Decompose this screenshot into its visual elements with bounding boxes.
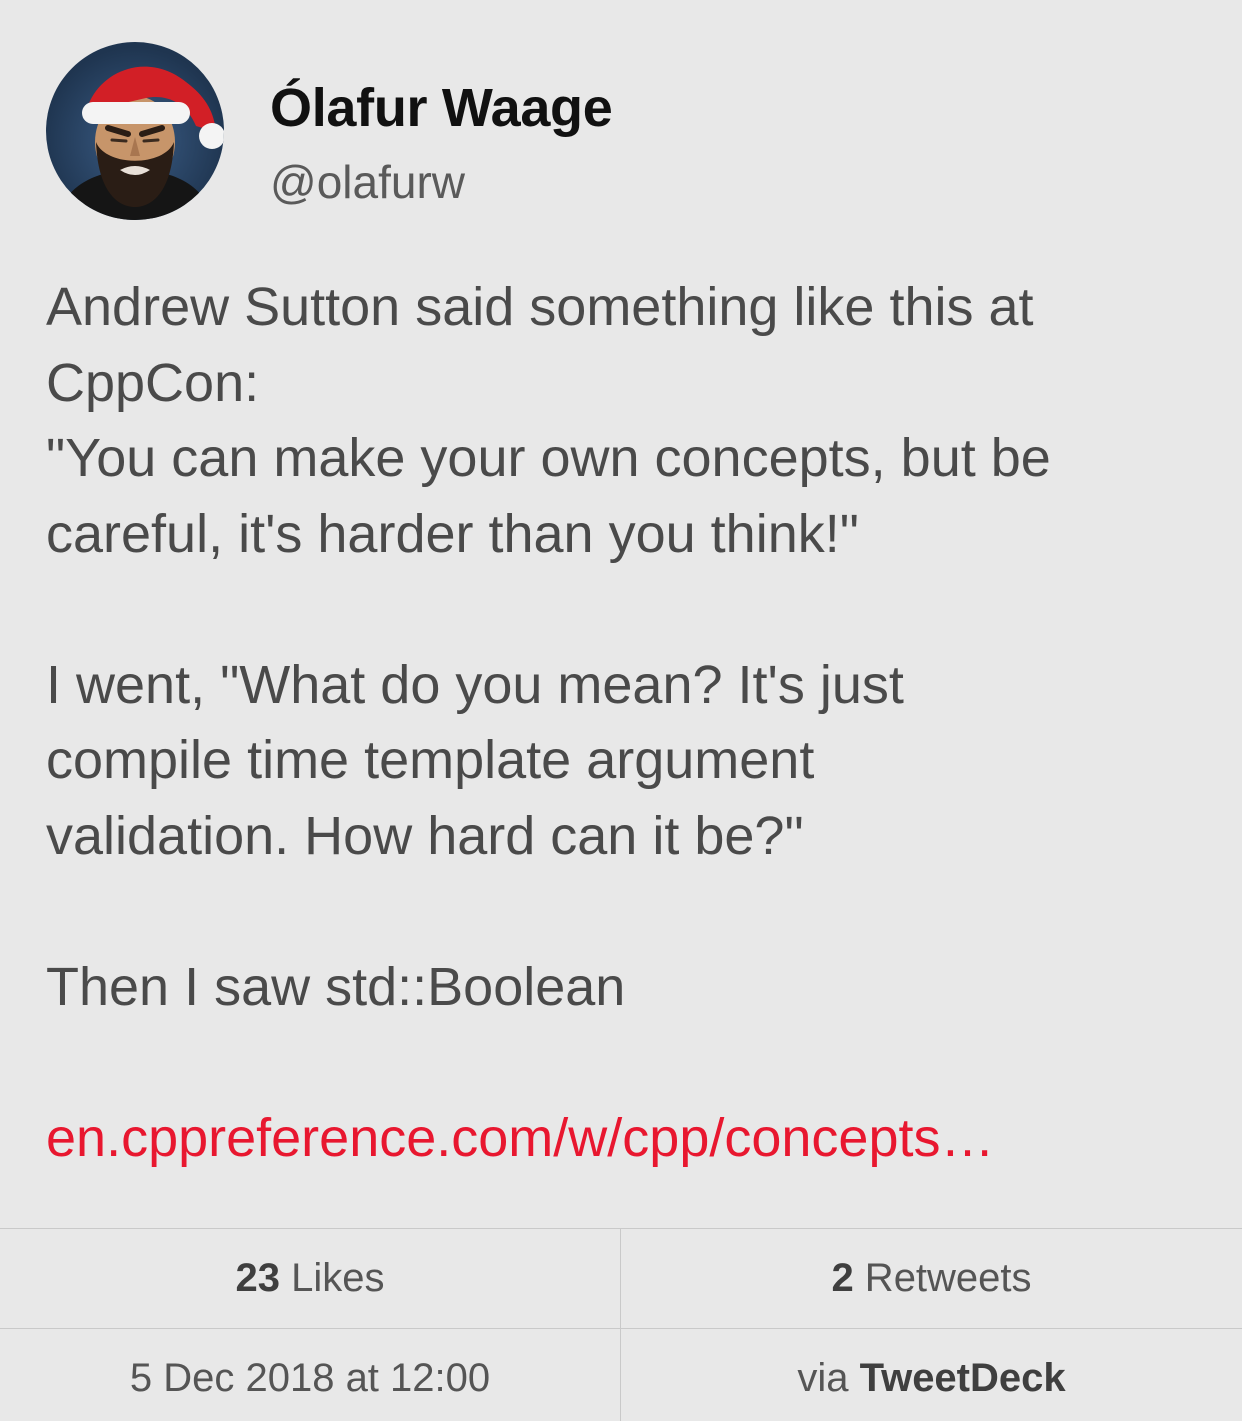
via-prefix: via <box>797 1356 860 1400</box>
divider <box>0 1328 1242 1329</box>
retweets-label: Retweets <box>853 1256 1032 1300</box>
tweet-line: Andrew Sutton said something like this a… <box>46 277 1034 337</box>
avatar[interactable] <box>46 42 224 220</box>
likes-button[interactable]: 23 Likes <box>0 1256 620 1300</box>
tweet-line: validation. How hard can it be?" <box>46 805 804 866</box>
via-client[interactable]: TweetDeck <box>860 1356 1066 1400</box>
retweets-count: 2 <box>831 1256 854 1300</box>
tweet-link[interactable]: en.cppreference.com/w/cpp/concepts… <box>46 1108 994 1168</box>
tweet-text: Andrew Sutton said something like this a… <box>46 270 1206 1176</box>
tweet-line: I went, "What do you mean? It's just <box>46 654 904 715</box>
likes-label: Likes <box>280 1256 385 1300</box>
tweet-source: via TweetDeck <box>621 1356 1242 1400</box>
handle[interactable]: @olafurw <box>270 152 612 212</box>
tweet-header: Ólafur Waage @olafurw <box>46 42 1196 220</box>
tweet-line: compile time template argument <box>46 730 815 790</box>
tweet-line: CppCon: <box>46 352 260 413</box>
author-info: Ólafur Waage @olafurw <box>270 76 613 212</box>
tweet-stats: 23 Likes 2 Retweets 5 Dec 2018 at 12:00 … <box>0 1228 1242 1421</box>
display-name[interactable]: Ólafur Waage <box>270 76 613 140</box>
divider <box>0 1228 1242 1229</box>
tweet-timestamp: 5 Dec 2018 at 12:00 <box>129 1356 491 1400</box>
likes-count: 23 <box>235 1256 281 1300</box>
tweet-line: "You can make your own concepts, but be <box>46 428 1051 488</box>
santa-hat-avatar-icon <box>56 66 224 220</box>
tweet-line: careful, it's harder than you think!" <box>46 503 859 564</box>
tweet-line: Then I saw std::Boolean <box>46 956 626 1017</box>
retweets-button[interactable]: 2 Retweets <box>621 1256 1242 1300</box>
